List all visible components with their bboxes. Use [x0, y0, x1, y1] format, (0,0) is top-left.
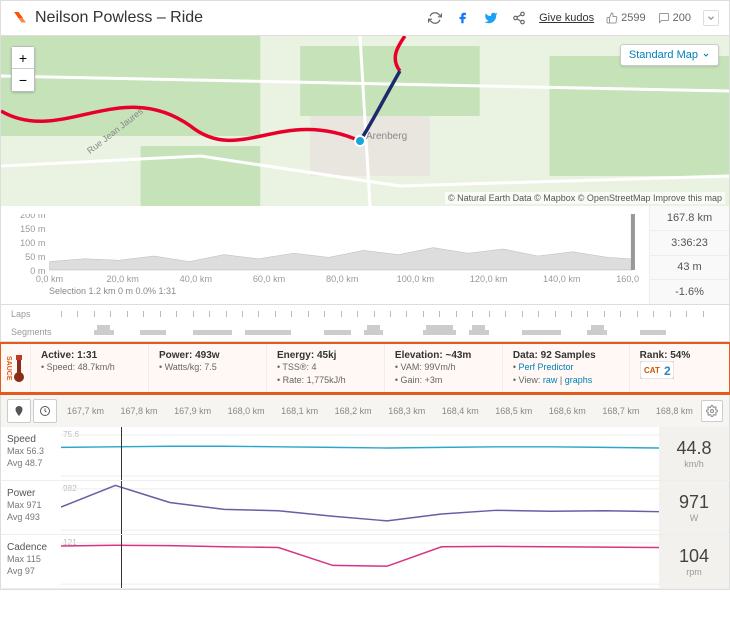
sauce-bar: SAUCE Active: 1:31 • Speed: 48.7km/h Pow… — [0, 342, 730, 395]
chevron-down-icon[interactable] — [703, 10, 719, 26]
analysis-chart[interactable]: 75.6 — [61, 427, 659, 480]
sauce-rank: Rank: 54% CAT2 — [630, 344, 729, 392]
svg-text:CAT: CAT — [644, 366, 660, 375]
twitter-icon[interactable] — [483, 10, 499, 26]
elevation-stats: 167.8 km 3:36:23 43 m -1.6% — [649, 206, 729, 304]
share-icon[interactable] — [511, 10, 527, 26]
map-town-label: Arenberg — [366, 131, 407, 142]
svg-text:140,0 km: 140,0 km — [543, 274, 580, 284]
header-actions: Give kudos 2599 200 — [427, 10, 719, 26]
strava-logo-icon — [11, 9, 29, 27]
svg-text:150 m: 150 m — [20, 224, 45, 234]
zoom-in-button[interactable]: + — [12, 47, 34, 69]
sauce-elevation: Elevation: ~43m • VAM: 99Vm/h • Gain: +3… — [385, 344, 503, 392]
thumbs-up-icon — [606, 12, 618, 24]
time-tool-button[interactable] — [33, 399, 57, 423]
map-zoom-control: + − — [11, 46, 35, 92]
svg-text:80,0 km: 80,0 km — [326, 274, 358, 284]
svg-text:100 m: 100 m — [20, 238, 45, 248]
analysis-value: 971W — [659, 481, 729, 534]
activity-title: Neilson Powless – Ride — [35, 9, 427, 27]
analysis-value: 104rpm — [659, 535, 729, 588]
svg-text:200 m: 200 m — [20, 214, 45, 220]
svg-text:50 m: 50 m — [25, 252, 45, 262]
settings-button[interactable] — [701, 400, 723, 422]
activity-header: Neilson Powless – Ride Give kudos 2599 2… — [0, 0, 730, 36]
svg-text:2: 2 — [664, 364, 671, 378]
analysis-chart[interactable]: 982 — [61, 481, 659, 534]
analysis-row-cadence: CadenceMax 115Avg 97 121 104rpm — [0, 535, 730, 589]
sauce-power: Power: 493w • Watts/kg: 7.5 — [149, 344, 267, 392]
svg-text:120,0 km: 120,0 km — [470, 274, 507, 284]
laps-strip: Laps — [0, 305, 730, 323]
kudos-count[interactable]: 2599 — [606, 12, 645, 24]
comments-count[interactable]: 200 — [658, 12, 691, 24]
map-attribution: © Natural Earth Data © Mapbox © OpenStre… — [445, 192, 725, 204]
stat-distance: 167.8 km — [650, 206, 729, 231]
svg-text:160,0 km: 160,0 km — [616, 274, 639, 284]
route-map[interactable]: + − Standard Map Arenberg Rue Jean Jaure… — [0, 36, 730, 206]
analysis-value: 44.8km/h — [659, 427, 729, 480]
segments-strip: Segments — [0, 323, 730, 342]
facebook-icon[interactable] — [455, 10, 471, 26]
comment-icon — [658, 12, 670, 24]
sauce-data: Data: 92 Samples • Perf Predictor • View… — [503, 344, 630, 392]
analysis-chart[interactable]: 121 — [61, 535, 659, 588]
stat-elev: 43 m — [650, 256, 729, 281]
elevation-chart[interactable]: 200 m150 m100 m50 m0 m 0,0 km20,0 km40,0… — [1, 206, 649, 304]
svg-text:100,0 km: 100,0 km — [397, 274, 434, 284]
chevron-down-icon — [702, 51, 710, 59]
sauce-active: Active: 1:31 • Speed: 48.7km/h — [31, 344, 149, 392]
svg-text:0,0 km: 0,0 km — [36, 274, 63, 284]
cursor-line — [121, 427, 122, 480]
analysis-label: PowerMax 971Avg 493 — [1, 481, 61, 534]
sauce-logo: SAUCE — [1, 344, 31, 392]
give-kudos-link[interactable]: Give kudos — [539, 12, 594, 24]
analysis-toolbar: 167,7 km167,8 km167,9 km168,0 km168,1 km… — [0, 395, 730, 427]
stat-time: 3:36:23 — [650, 231, 729, 256]
analysis-label: CadenceMax 115Avg 97 — [1, 535, 61, 588]
analysis-x-ticks: 167,7 km167,8 km167,9 km168,0 km168,1 km… — [59, 406, 701, 416]
sauce-energy: Energy: 45kj • TSS®: 4 • Rate: 1,775kJ/h — [267, 344, 385, 392]
cat-badge-icon: CAT 2 — [640, 361, 674, 382]
analysis-row-power: PowerMax 971Avg 493 982 971W — [0, 481, 730, 535]
zoom-out-button[interactable]: − — [12, 69, 34, 91]
map-style-selector[interactable]: Standard Map — [620, 44, 719, 66]
stat-grade: -1.6% — [650, 280, 729, 304]
elevation-block: 200 m150 m100 m50 m0 m 0,0 km20,0 km40,0… — [0, 206, 730, 305]
svg-text:40,0 km: 40,0 km — [180, 274, 212, 284]
analysis-label: SpeedMax 56.3Avg 48.7 — [1, 427, 61, 480]
selection-info: Selection 1.2 km 0 m 0.0% 1:31 — [11, 284, 639, 300]
refresh-icon[interactable] — [427, 10, 443, 26]
svg-text:20,0 km: 20,0 km — [106, 274, 138, 284]
marker-tool-button[interactable] — [7, 399, 31, 423]
svg-text:60,0 km: 60,0 km — [253, 274, 285, 284]
analysis-row-speed: SpeedMax 56.3Avg 48.7 75.6 44.8km/h — [0, 427, 730, 481]
